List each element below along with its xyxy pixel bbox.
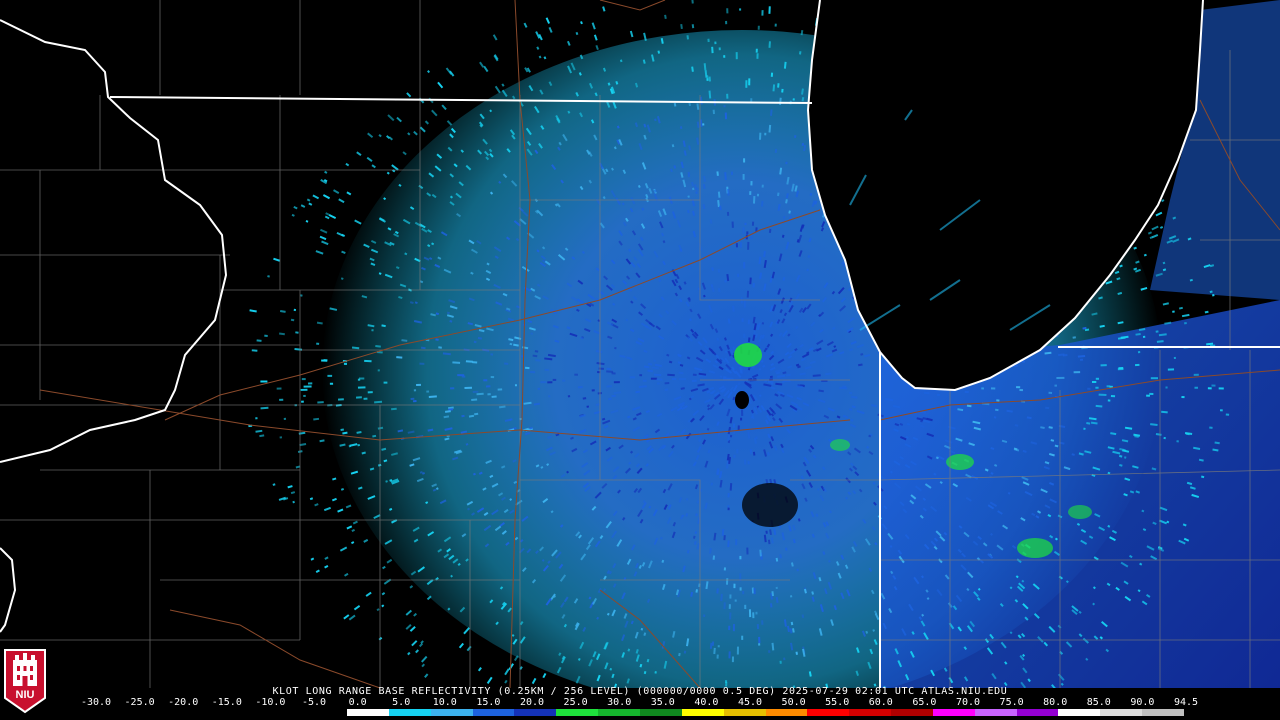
scale-color-segment <box>639 709 682 716</box>
radar-caption: KLOT LONG RANGE BASE REFLECTIVITY (0.25K… <box>272 686 1008 697</box>
scale-label: 20.0 <box>519 697 545 708</box>
scale-label: 60.0 <box>868 697 893 708</box>
scale-label: 55.0 <box>825 697 850 708</box>
scale-color-segment <box>388 709 431 716</box>
scale-color-segment <box>556 709 599 716</box>
scale-color-segment <box>849 709 892 716</box>
scale-color-segment <box>137 709 180 716</box>
scale-color-segment <box>96 709 138 716</box>
scale-color-segment <box>1142 709 1184 716</box>
scale-label: -5.0 <box>301 697 327 708</box>
scale-color-segment <box>514 709 557 716</box>
scale-color-segment <box>472 709 515 716</box>
scale-label: 50.0 <box>781 697 806 708</box>
scale-label: 94.5 <box>1173 697 1199 708</box>
scale-color-segment <box>347 709 389 716</box>
scale-color-segment <box>681 709 724 716</box>
scale-label: 80.0 <box>1043 697 1068 708</box>
scale-label: -25.0 <box>124 697 155 708</box>
green-echo-cell <box>830 439 850 451</box>
scale-color-segment <box>598 709 640 716</box>
scale-label: 15.0 <box>476 697 501 708</box>
scale-label: 5.0 <box>392 697 411 708</box>
scale-color-segment <box>932 709 975 716</box>
scale-label: -10.0 <box>255 697 286 708</box>
scale-label: -15.0 <box>211 697 242 708</box>
color-scale-labels: -30.0 -25.0 -20.0 -15.0 -10.0 -5.0 0.0 5.0 10.0 1… <box>81 697 1198 708</box>
echo-gap <box>742 483 798 527</box>
scale-color-segment <box>1016 709 1059 716</box>
niu-logo: NIU <box>4 649 46 714</box>
scale-label: 25.0 <box>563 697 588 708</box>
scale-label: 10.0 <box>432 697 457 708</box>
scale-label: 30.0 <box>607 697 632 708</box>
scale-color-segment <box>430 709 473 716</box>
scale-label: 35.0 <box>650 697 675 708</box>
scale-label: 85.0 <box>1086 697 1111 708</box>
scale-label: 90.0 <box>1130 697 1155 708</box>
color-scale-bar <box>96 709 1184 716</box>
scale-color-segment <box>765 709 808 716</box>
scale-color-segment <box>891 709 933 716</box>
scale-color-segment <box>179 709 222 716</box>
scale-label: 45.0 <box>737 697 763 708</box>
scale-color-segment <box>974 709 1017 716</box>
scale-color-segment <box>1100 709 1143 716</box>
scale-color-segment <box>723 709 766 716</box>
scale-label: -30.0 <box>80 697 112 708</box>
green-echo-cell <box>1068 505 1092 519</box>
green-echo-cell <box>1017 538 1053 558</box>
scale-color-segment <box>807 709 850 716</box>
scale-color-segment <box>305 709 348 716</box>
scale-label: 70.0 <box>955 697 981 708</box>
scale-color-segment <box>263 709 306 716</box>
scale-label: 65.0 <box>912 697 937 708</box>
radar-map <box>0 0 1280 688</box>
scale-label: 40.0 <box>694 697 719 708</box>
scale-color-segment <box>1058 709 1101 716</box>
green-echo-cell <box>734 343 762 367</box>
scale-color-segment <box>221 709 264 716</box>
radar-site <box>735 391 749 409</box>
scale-label: -20.0 <box>168 697 199 708</box>
scale-label: 0.0 <box>348 697 367 708</box>
scale-label: 75.0 <box>999 697 1024 708</box>
